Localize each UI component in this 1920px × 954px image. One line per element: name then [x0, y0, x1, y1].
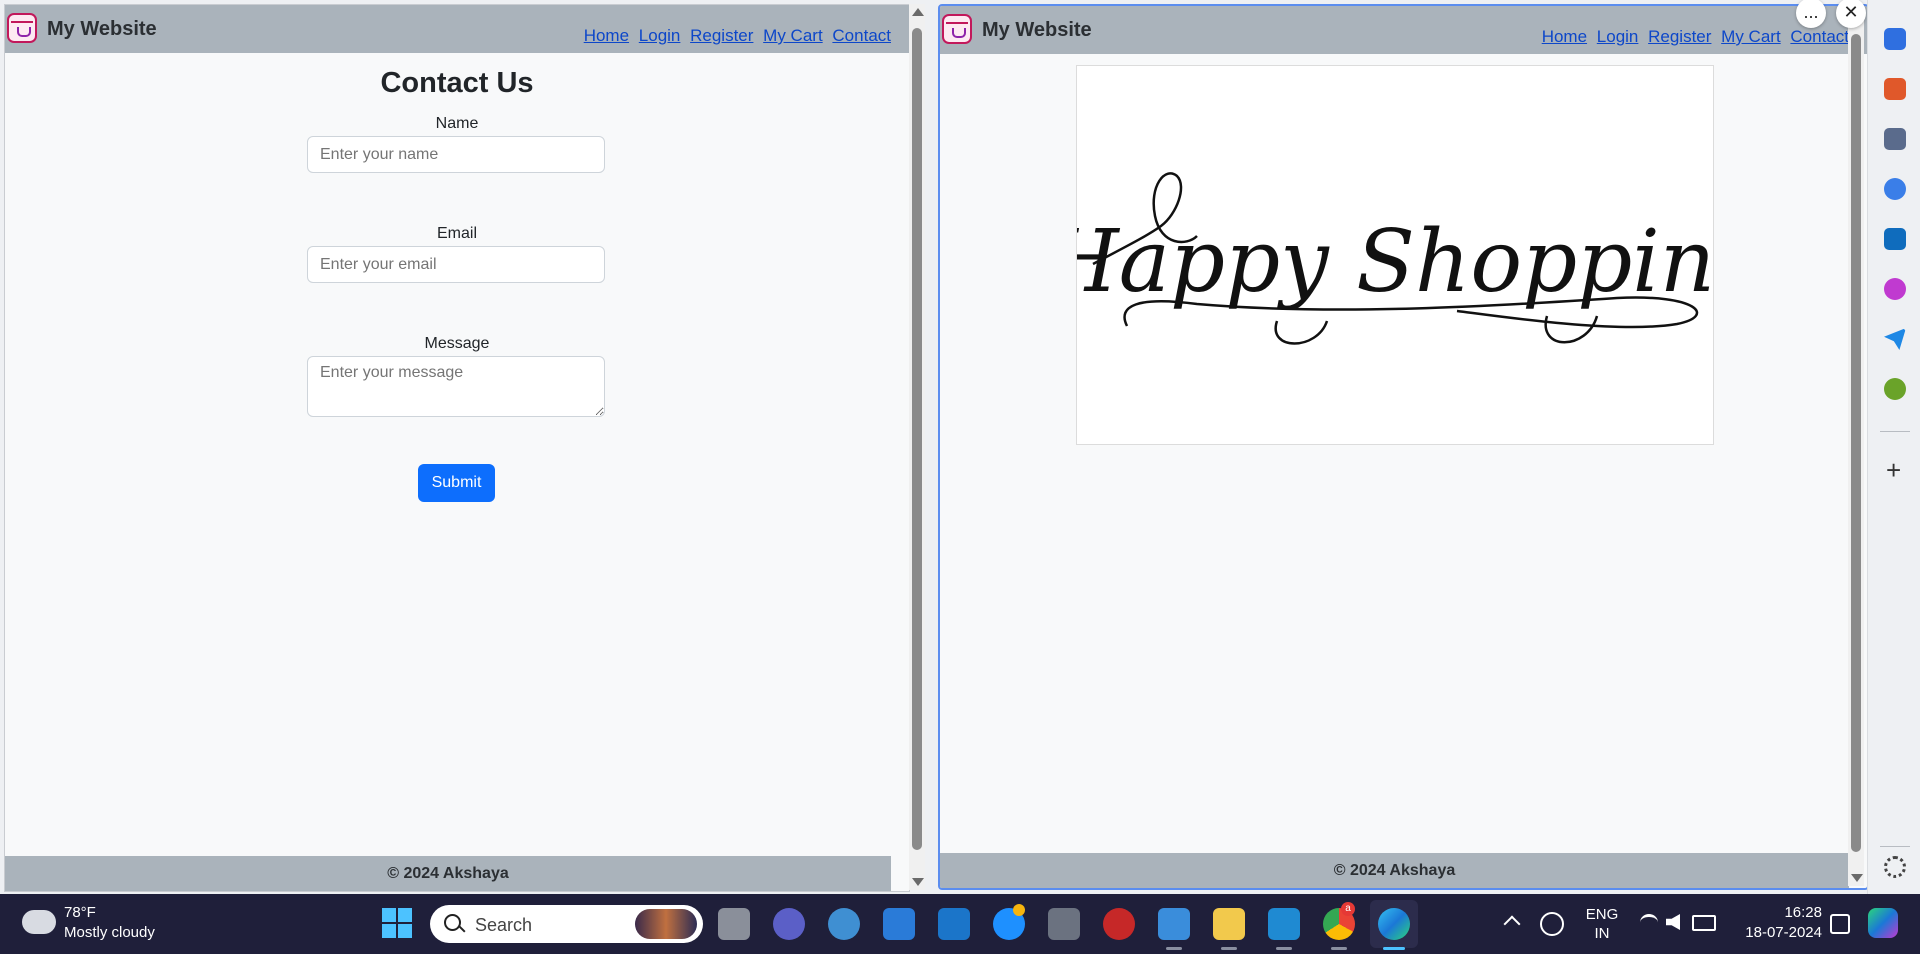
nav-link-my-cart[interactable]: My Cart	[1721, 27, 1781, 46]
nav-link-home[interactable]: Home	[584, 26, 629, 45]
banner-script-art: Happy Shopping	[1042, 172, 1770, 345]
widgets-icon[interactable]	[828, 908, 860, 940]
sync-icon[interactable]	[1540, 912, 1564, 936]
search-highlight-image	[635, 909, 697, 939]
outlook-icon[interactable]	[1884, 228, 1906, 250]
vscode-running-indicator	[1276, 947, 1292, 950]
chevron-up-icon[interactable]	[1503, 915, 1521, 933]
file-explorer-icon[interactable]	[1213, 908, 1245, 940]
edge-browser-icon[interactable]	[1378, 908, 1410, 940]
submit-button[interactable]: Submit	[418, 464, 495, 502]
designer-icon[interactable]	[1884, 278, 1906, 300]
language-bottom[interactable]: IN	[1580, 925, 1624, 942]
taskbar: 78°F Mostly cloudy Search a ENG IN 16:28…	[0, 894, 1920, 954]
copilot-icon[interactable]	[1884, 178, 1906, 200]
explorer-running-indicator	[1221, 947, 1237, 950]
footer: © 2024 Akshaya	[940, 853, 1849, 888]
scroll-up-arrow-icon[interactable]	[912, 8, 924, 16]
sidebar-divider	[1880, 431, 1910, 432]
tag-icon[interactable]	[1884, 28, 1906, 50]
nav-link-my-cart[interactable]: My Cart	[763, 26, 823, 45]
speaker-muted-icon[interactable]	[1666, 914, 1680, 930]
notepad-running-indicator	[1166, 947, 1182, 950]
name-input[interactable]	[307, 136, 605, 173]
chrome-profile-badge: a	[1341, 902, 1355, 916]
right-vertical-scrollbar[interactable]	[1848, 6, 1864, 886]
weather-desc[interactable]: Mostly cloudy	[64, 924, 155, 941]
name-label: Name	[435, 115, 479, 132]
settings-gear-icon[interactable]	[1884, 856, 1906, 878]
clock-time[interactable]: 16:28	[1742, 904, 1822, 921]
navbar: My Website Home Login Register My Cart C…	[5, 5, 909, 53]
happy-shopping-banner: Happy Shopping	[1042, 65, 1770, 445]
message-label: Message	[424, 335, 490, 352]
nav-link-home[interactable]: Home	[1542, 27, 1587, 46]
page-title: Contact Us	[380, 67, 534, 99]
banner-text: Happy Shopping	[1077, 212, 1713, 312]
search-icon	[444, 914, 461, 931]
toolbox-icon[interactable]	[1884, 78, 1906, 100]
store-icon[interactable]	[883, 908, 915, 940]
copilot-taskbar-icon[interactable]	[1868, 908, 1898, 938]
add-icon[interactable]: +	[1886, 455, 1901, 486]
vscode-icon[interactable]	[1268, 908, 1300, 940]
nav-link-login[interactable]: Login	[639, 26, 681, 45]
scroll-down-arrow-icon[interactable]	[912, 878, 924, 886]
weather-cloud-icon[interactable]	[22, 910, 56, 934]
nav-link-register[interactable]: Register	[690, 26, 753, 45]
wifi-icon[interactable]	[1640, 914, 1658, 931]
shopping-bag-logo-icon	[7, 13, 37, 43]
scroll-down-arrow-icon[interactable]	[1851, 874, 1863, 882]
language-top[interactable]: ENG	[1580, 906, 1624, 923]
myhp-icon[interactable]	[938, 908, 970, 940]
weather-temp[interactable]: 78°F	[64, 904, 96, 921]
left-vertical-scrollbar[interactable]	[909, 4, 925, 890]
notification-bell-icon[interactable]	[1830, 914, 1850, 934]
shopping-bag-logo-icon	[942, 14, 972, 44]
notification-dot-icon	[1013, 904, 1025, 916]
footer: © 2024 Akshaya	[5, 856, 891, 891]
right-browser-pane: My Website Home Login Register My Cart C…	[938, 4, 1869, 890]
clock-date[interactable]: 18-07-2024	[1722, 924, 1822, 941]
message-textarea[interactable]	[307, 356, 605, 417]
chrome-running-indicator	[1331, 947, 1347, 950]
scroll-thumb[interactable]	[1851, 34, 1861, 852]
edge-sidebar: +	[1867, 0, 1920, 894]
send-icon[interactable]	[1884, 328, 1906, 350]
nav-link-contact[interactable]: Contact	[832, 26, 891, 45]
navbar: My Website Home Login Register My Cart C…	[940, 6, 1867, 54]
nav-link-login[interactable]: Login	[1597, 27, 1639, 46]
email-label: Email	[436, 225, 477, 242]
windows-start-icon[interactable]	[382, 908, 412, 938]
notepad-icon[interactable]	[1158, 908, 1190, 940]
battery-icon[interactable]	[1692, 915, 1716, 931]
taskbar-search-box[interactable]: Search	[430, 905, 703, 943]
scroll-thumb[interactable]	[912, 28, 922, 850]
search-placeholder: Search	[475, 915, 533, 935]
nav-links: Home Login Register My Cart Contact	[1537, 27, 1849, 47]
nav-links: Home Login Register My Cart Contact	[579, 26, 891, 46]
nav-link-contact[interactable]: Contact	[1790, 27, 1849, 46]
cricket-icon[interactable]	[1103, 908, 1135, 940]
task-view-icon[interactable]	[718, 908, 750, 940]
email-input[interactable]	[307, 246, 605, 283]
brand-title[interactable]: My Website	[982, 19, 1092, 42]
edge-active-indicator	[1383, 947, 1405, 950]
sidebar-divider	[1880, 846, 1910, 847]
brand-title[interactable]: My Website	[47, 18, 157, 41]
teams-icon[interactable]	[773, 908, 805, 940]
chess-icon[interactable]	[1884, 128, 1906, 150]
nav-link-register[interactable]: Register	[1648, 27, 1711, 46]
left-browser-pane: My Website Home Login Register My Cart C…	[4, 4, 910, 892]
tree-icon[interactable]	[1884, 378, 1906, 400]
camera-icon[interactable]	[1048, 908, 1080, 940]
